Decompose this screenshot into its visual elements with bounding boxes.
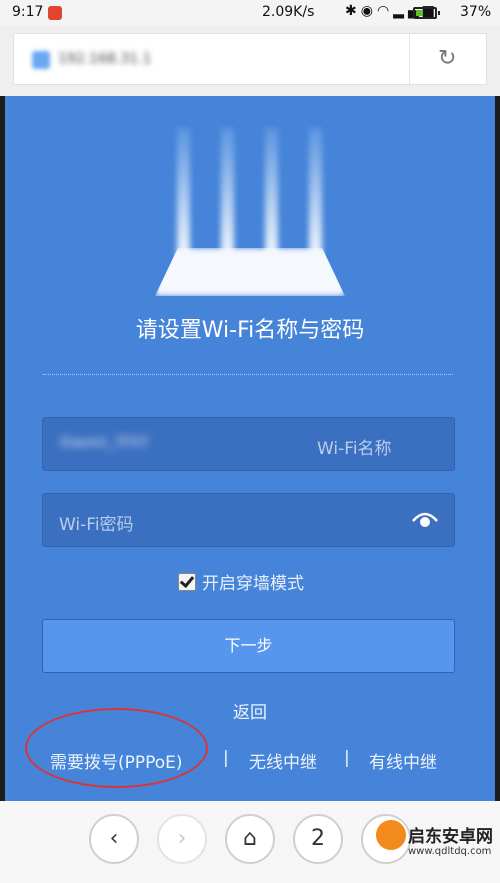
setup-page: 请设置Wi-Fi名称与密码 Xiaomi_7F07 Wi-Fi名称 Wi-Fi密… — [5, 96, 495, 801]
address-bar[interactable]: 192.168.31.1 ↻ — [13, 33, 487, 85]
next-button[interactable]: 下一步 — [42, 619, 455, 673]
watermark-url: www.qdltdq.com — [408, 846, 492, 857]
refresh-icon[interactable]: ↻ — [438, 46, 456, 71]
browser-bottom-nav: ‹ › ⌂ 2 ≡ 启东安卓网 www.qdltdq.com — [0, 801, 500, 883]
tab-count-button[interactable]: 2 — [293, 814, 343, 864]
status-bar: 9:17 2.09K/s ✱◉◠▂▄▆ 37% — [0, 0, 500, 26]
link-separator: | — [223, 748, 229, 768]
home-icon[interactable]: ⌂ — [225, 814, 275, 864]
watermark: 启东安卓网 www.qdltdq.com — [370, 816, 500, 882]
eye-icon[interactable] — [412, 511, 438, 529]
wired-relay-link[interactable]: 有线中继 — [369, 748, 437, 773]
wifi-password-placeholder: Wi-Fi密码 — [59, 515, 134, 535]
chevron-left-icon[interactable]: ‹ — [89, 814, 139, 864]
wireless-relay-link[interactable]: 无线中继 — [249, 748, 317, 773]
status-time: 9:17 — [12, 4, 44, 20]
annotation-circle — [25, 708, 208, 788]
wifi-name-input[interactable]: Xiaomi_7F07 Wi-Fi名称 — [42, 417, 455, 471]
wall-mode-checkbox[interactable] — [178, 573, 196, 591]
dotted-divider — [43, 374, 453, 375]
wall-mode-label: 开启穿墙模式 — [202, 574, 304, 594]
wifi-name-value: Xiaomi_7F07 — [59, 435, 149, 451]
wifi-name-label: Wi-Fi名称 — [317, 439, 392, 459]
url-text: 192.168.31.1 — [58, 51, 152, 67]
battery-icon — [413, 7, 440, 19]
address-divider — [409, 34, 410, 84]
link-separator: | — [344, 748, 350, 768]
watermark-name: 启东安卓网 — [408, 827, 493, 847]
router-illustration — [155, 128, 345, 298]
browser-toolbar: 192.168.31.1 ↻ — [0, 26, 500, 96]
wall-mode-option[interactable]: 开启穿墙模式 — [178, 569, 304, 594]
battery-percent: 37% — [460, 4, 492, 20]
app-notification-icon — [48, 6, 62, 20]
site-favicon-icon — [32, 51, 50, 69]
bluetooth-icon: ✱ — [345, 3, 361, 19]
network-speed: 2.09K/s — [262, 4, 315, 20]
wifi-password-input[interactable]: Wi-Fi密码 — [42, 493, 455, 547]
wifi-icon: ◠ — [376, 3, 394, 19]
chevron-right-icon[interactable]: › — [157, 814, 207, 864]
watermark-logo — [374, 818, 408, 852]
page-title: 请设置Wi-Fi名称与密码 — [135, 318, 365, 343]
alarm-icon: ◉ — [360, 3, 377, 19]
